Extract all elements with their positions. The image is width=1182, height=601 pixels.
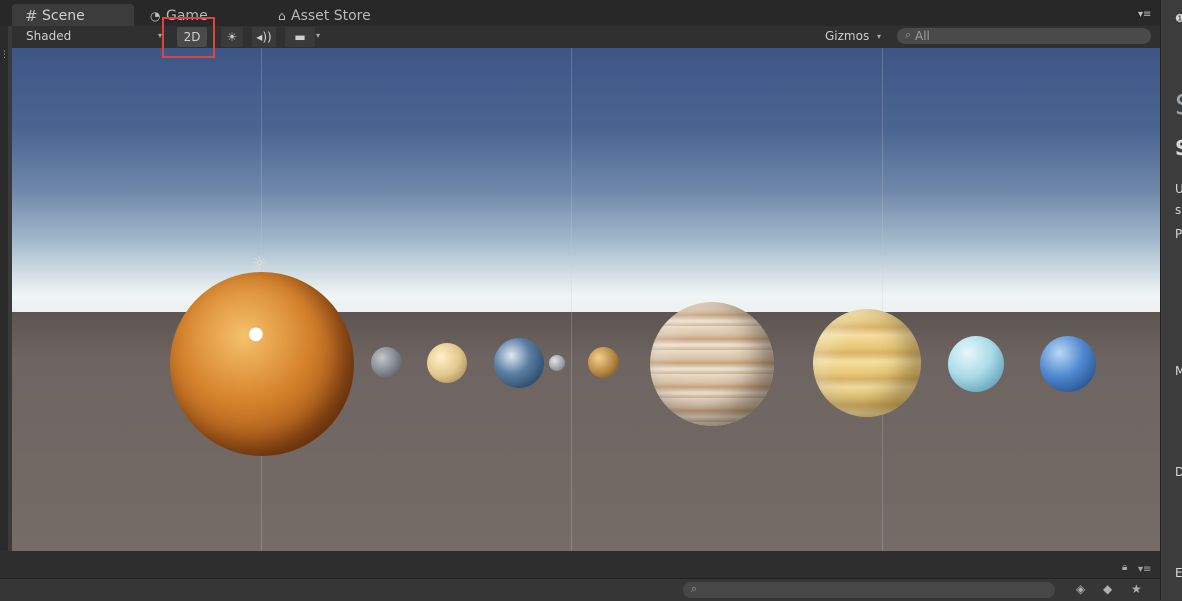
search-icon: ⌕ [691, 582, 698, 595]
gizmos-dropdown[interactable]: Gizmos [825, 29, 869, 43]
panel-fragment: s [1175, 203, 1182, 217]
scene-search-box[interactable]: ⌕ [897, 28, 1151, 44]
grid-line [571, 48, 572, 551]
chevron-down-icon[interactable]: ▾ [316, 31, 320, 40]
panel-fragment: P [1175, 227, 1182, 241]
saturn-sphere[interactable] [813, 309, 921, 417]
sun-icon: ☀ [226, 30, 238, 44]
mars-sphere[interactable] [588, 347, 619, 378]
speaker-icon: ◂)) [256, 30, 272, 44]
tab-scene-label: Scene [42, 8, 85, 24]
panel-fragment: E [1175, 566, 1182, 580]
panel-fragment: U [1175, 182, 1182, 196]
lock-icon[interactable]: 🔒︎ [1122, 562, 1127, 573]
project-search-box[interactable]: ⌕ [683, 582, 1055, 598]
tab-asset-store-label: Asset Store [291, 8, 371, 24]
search-icon: ⌕ [905, 28, 912, 41]
tab-asset-store[interactable]: ⌂ Asset Store [276, 4, 406, 26]
jupiter-sphere[interactable] [650, 302, 774, 426]
tab-scene[interactable]: # Scene [12, 4, 134, 26]
tag-icon[interactable]: ◆ [1103, 582, 1112, 596]
uranus-sphere[interactable] [948, 336, 1004, 392]
neptune-sphere[interactable] [1040, 336, 1096, 392]
grid-icon: # [25, 7, 38, 25]
bottom-toolbar: ⌕ ◈ ◆ ★ [0, 578, 1160, 601]
inspector-panel-edge: ❶ S S U s P M D E [1160, 0, 1182, 600]
panel-fragment: S [1175, 88, 1182, 121]
shopping-bag-icon: ⌂ [278, 9, 286, 23]
panel-handle-icon[interactable]: ⋮ [0, 50, 9, 60]
earth-sphere[interactable] [494, 338, 544, 388]
mercury-sphere[interactable] [371, 347, 402, 378]
light-gizmo-icon[interactable]: ☼ [252, 254, 267, 274]
skybox [12, 48, 1160, 318]
annotation-highlight-box [162, 17, 215, 58]
lighting-toggle-button[interactable]: ☀ [221, 27, 243, 47]
filter-by-type-icon[interactable]: ◈ [1076, 582, 1085, 596]
tab-menu-icon[interactable]: ▾≡ [1138, 9, 1151, 20]
panel-menu-icon[interactable]: ▾≡ [1138, 564, 1151, 575]
scene-search-input[interactable] [915, 28, 1135, 44]
sun-sphere[interactable] [170, 272, 354, 456]
scene-viewport[interactable]: ☼ ● [12, 48, 1160, 551]
panel-fragment: S [1175, 136, 1182, 160]
chevron-down-icon: ▾ [877, 32, 882, 41]
shading-mode-dropdown[interactable]: Shaded [26, 29, 71, 43]
moon-sphere[interactable] [549, 355, 565, 371]
info-icon: ❶ [1175, 12, 1182, 25]
audio-toggle-button[interactable]: ◂)) [252, 27, 276, 47]
effects-toggle-button[interactable]: ▬ [285, 27, 315, 47]
pacman-icon: ◔ [150, 9, 161, 23]
camera-gizmo-icon[interactable]: ● [248, 323, 264, 344]
panel-fragment: D [1175, 465, 1182, 479]
panel-fragment: M [1175, 364, 1182, 378]
star-icon[interactable]: ★ [1131, 582, 1142, 596]
grid-line [882, 48, 883, 551]
left-panel-edge: ≡ ⋮ [0, 0, 9, 600]
image-icon: ▬ [294, 30, 306, 44]
venus-sphere[interactable] [427, 343, 467, 383]
